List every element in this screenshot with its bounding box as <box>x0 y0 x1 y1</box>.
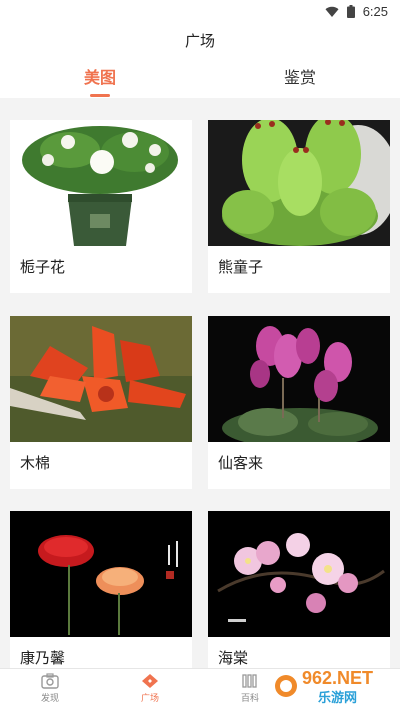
diamond-icon <box>142 674 158 688</box>
watermark-text: 962.NET <box>302 668 373 688</box>
photo-grid: 栀子花 熊童子 木棉 仙客来 康乃馨 海棠 <box>0 98 400 668</box>
card-title: 栀子花 <box>20 259 66 276</box>
card-title: 仙客来 <box>218 455 264 472</box>
nav-discover[interactable]: 发现 <box>20 673 80 704</box>
status-bar: 6:25 <box>0 0 400 24</box>
tab-gallery[interactable]: 美图 <box>0 64 200 88</box>
gardenia-photo <box>10 120 192 246</box>
card-title: 木棉 <box>20 455 51 472</box>
battery-icon <box>346 5 355 18</box>
card-title: 熊童子 <box>218 259 264 276</box>
active-tab-indicator <box>90 94 110 97</box>
nav-label: 百科 <box>240 693 259 703</box>
photo-card[interactable]: 海棠 <box>208 511 390 668</box>
nav-square[interactable]: 广场 <box>120 673 180 704</box>
begonia-photo <box>208 511 390 637</box>
tab-appreciation[interactable]: 鉴赏 <box>200 64 400 88</box>
camera-icon <box>41 673 59 689</box>
photo-card[interactable]: 康乃馨 <box>10 511 192 668</box>
photo-card[interactable]: 木棉 <box>10 316 192 489</box>
card-title: 海棠 <box>218 650 249 667</box>
carnation-photo <box>10 511 192 637</box>
watermark-subtext: 乐游网 <box>318 690 357 705</box>
wifi-icon <box>325 6 339 17</box>
tab-bar: 美图 鉴赏 <box>0 64 400 98</box>
app-header: 广场 美图 鉴赏 <box>0 24 400 98</box>
photo-card[interactable]: 仙客来 <box>208 316 390 489</box>
kapok-photo <box>10 316 192 442</box>
cyclamen-photo <box>208 316 390 442</box>
nav-label: 广场 <box>140 693 159 703</box>
site-watermark: 962.NET 乐游网 <box>272 664 398 708</box>
photo-card[interactable]: 熊童子 <box>208 120 390 293</box>
nav-label: 发现 <box>40 693 59 703</box>
status-icons: 6:25 <box>325 4 388 19</box>
status-time: 6:25 <box>362 4 388 19</box>
page-title: 广场 <box>184 33 215 50</box>
bears-paw-photo <box>208 120 390 246</box>
card-title: 康乃馨 <box>20 650 66 667</box>
photo-card[interactable]: 栀子花 <box>10 120 192 293</box>
nav-encyclopedia[interactable]: 百科 <box>220 673 280 704</box>
books-icon <box>242 674 257 688</box>
